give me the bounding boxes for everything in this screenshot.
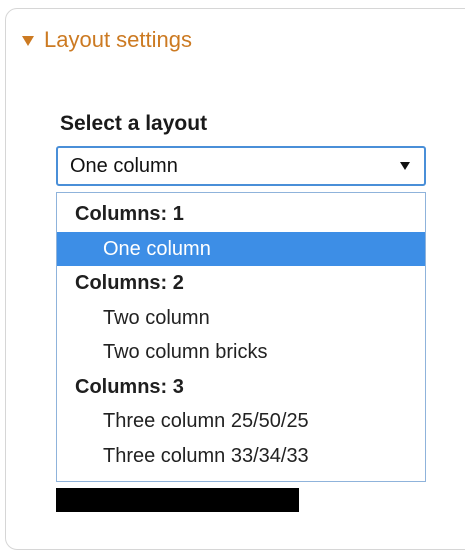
layout-settings-toggle[interactable]: Layout settings — [22, 24, 192, 56]
caret-down-icon — [400, 162, 410, 170]
layout-dropdown-list: Columns: 1 One column Columns: 2 Two col… — [56, 192, 426, 482]
layout-settings-title: Layout settings — [44, 27, 192, 52]
optgroup-columns-1: Columns: 1 — [75, 203, 184, 225]
option-three-column-33-34-33[interactable]: Three column 33/34/33 — [57, 439, 425, 474]
optgroup-columns-2: Columns: 2 — [75, 272, 184, 294]
redacted-bar — [56, 488, 299, 512]
layout-select[interactable]: One column — [56, 146, 426, 186]
option-two-column-bricks[interactable]: Two column bricks — [57, 335, 425, 370]
option-one-column[interactable]: One column — [57, 231, 425, 266]
layout-select-value: One column — [70, 154, 178, 177]
option-three-column-25-50-25[interactable]: Three column 25/50/25 — [57, 404, 425, 439]
triangle-down-icon — [22, 36, 34, 46]
optgroup-columns-3: Columns: 3 — [75, 375, 184, 398]
select-layout-label: Select a layout — [60, 112, 208, 135]
option-two-column[interactable]: Two column — [57, 301, 425, 336]
